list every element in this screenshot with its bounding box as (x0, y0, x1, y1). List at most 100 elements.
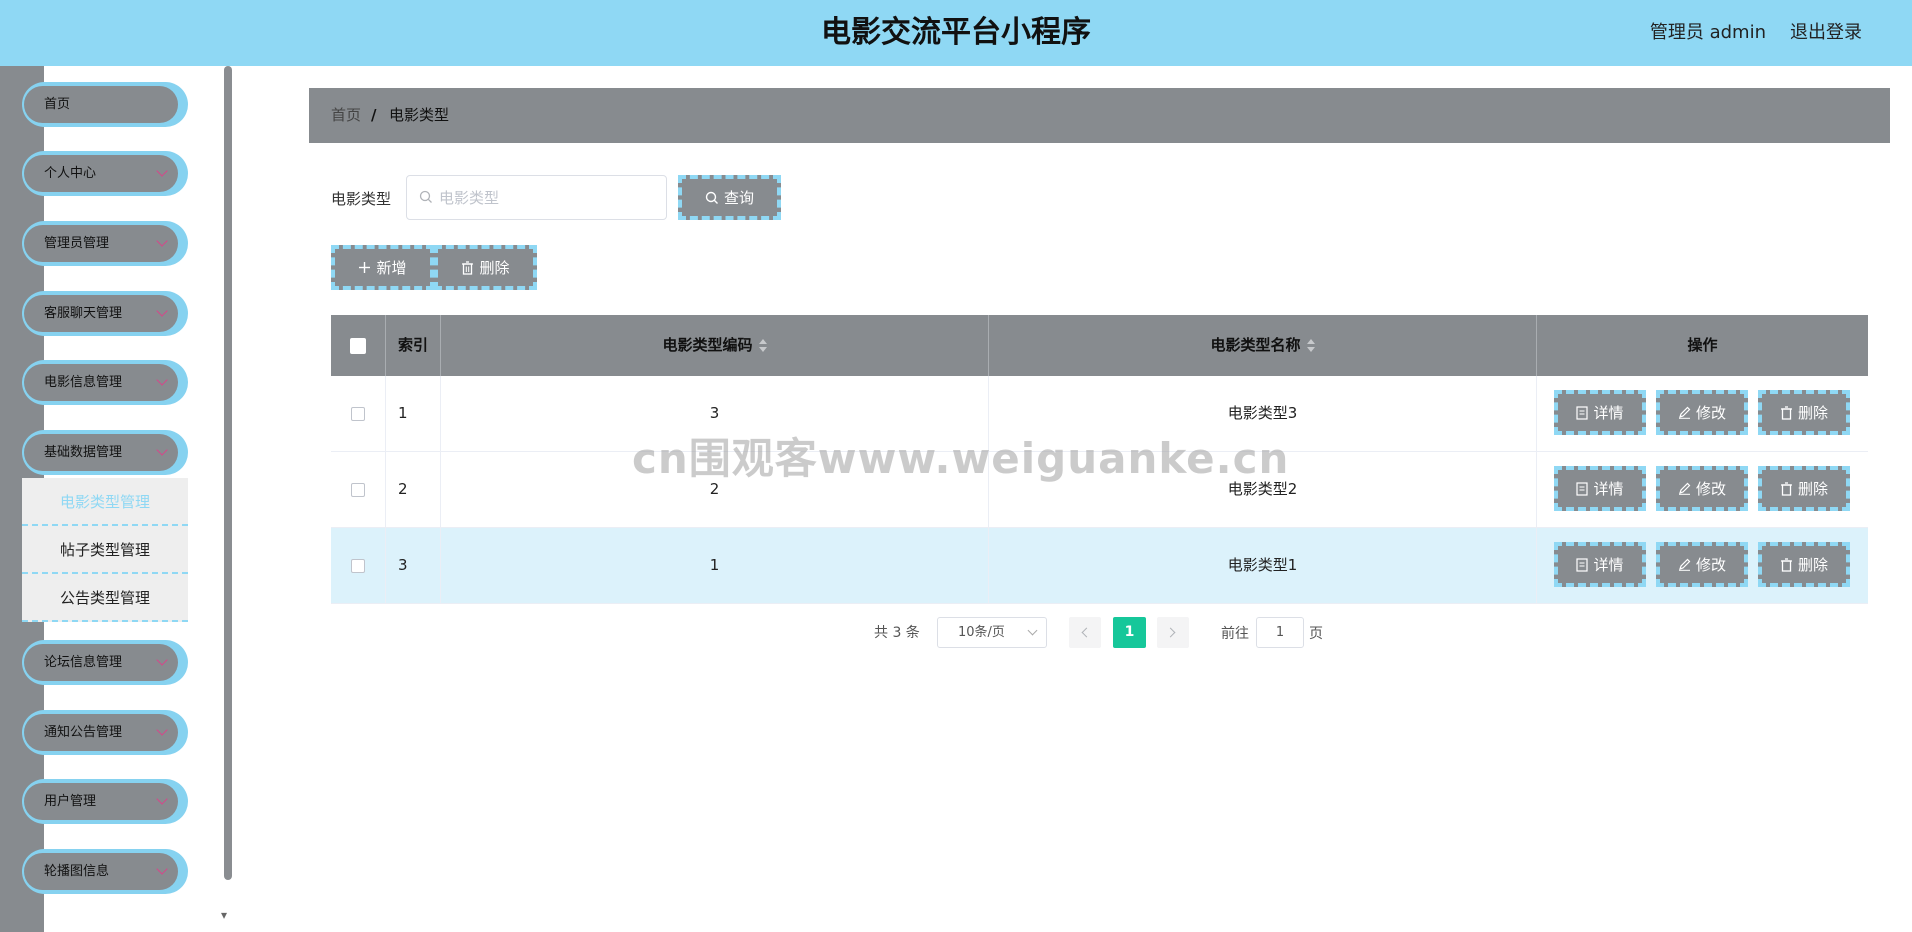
cell-code: 2 (441, 452, 989, 527)
edit-button[interactable]: 修改 (1656, 466, 1748, 511)
breadcrumb-current: 电影类型 (389, 106, 450, 124)
top-header: 电影交流平台小程序 管理员 admin 退出登录 (0, 0, 1912, 66)
document-icon (1576, 557, 1589, 572)
column-header-name[interactable]: 电影类型名称 (989, 315, 1537, 376)
sidebar-item-home[interactable]: 首页 (22, 82, 188, 127)
pagination-total: 共 3 条 (874, 625, 920, 641)
detail-button[interactable]: 详情 (1554, 466, 1646, 511)
chevron-left-icon (1081, 627, 1092, 638)
scrollbar-thumb[interactable] (224, 66, 232, 880)
batch-delete-button[interactable]: 删除 (434, 245, 537, 290)
batch-delete-label: 删除 (479, 259, 510, 277)
submenu-item-notice-types[interactable]: 公告类型管理 (22, 574, 188, 622)
sidebar-item-users[interactable]: 用户管理 (22, 779, 188, 824)
breadcrumb-separator: / (371, 106, 377, 124)
sidebar-item-profile[interactable]: 个人中心 (22, 151, 188, 196)
plus-icon (358, 261, 371, 274)
detail-button[interactable]: 详情 (1554, 542, 1646, 587)
edit-button[interactable]: 修改 (1656, 542, 1748, 587)
add-button[interactable]: 新增 (331, 245, 434, 290)
table-row: 3 1 电影类型1 详情 修改 删除 (331, 528, 1868, 604)
row-delete-label: 删除 (1797, 480, 1828, 498)
sort-icon[interactable] (758, 338, 767, 353)
chevron-down-icon (1027, 625, 1038, 636)
column-header-actions: 操作 (1687, 336, 1718, 354)
select-all-cell (331, 315, 386, 376)
page-size-select[interactable]: 10条/页 (937, 617, 1047, 648)
edit-icon (1678, 558, 1691, 571)
edit-button[interactable]: 修改 (1656, 390, 1748, 435)
row-checkbox[interactable] (351, 406, 365, 421)
sidebar-item-basic-data[interactable]: 基础数据管理 (22, 430, 188, 475)
row-actions: 详情 修改 删除 (1554, 542, 1854, 588)
submenu-item-movie-types[interactable]: 电影类型管理 (22, 478, 188, 526)
sidebar-item-label: 论坛信息管理 (44, 655, 123, 670)
goto-page-input[interactable] (1256, 617, 1304, 648)
breadcrumb-home[interactable]: 首页 (331, 88, 361, 143)
edit-label: 修改 (1695, 404, 1726, 422)
row-delete-button[interactable]: 删除 (1758, 542, 1850, 587)
cell-name: 电影类型3 (989, 376, 1537, 451)
table-row: 2 2 电影类型2 详情 修改 删除 (331, 452, 1868, 528)
trash-icon (461, 260, 474, 275)
sidebar-item-label: 电影信息管理 (44, 375, 123, 390)
app-title: 电影交流平台小程序 (821, 15, 1091, 50)
sidebar-item-carousel[interactable]: 轮播图信息 (22, 849, 188, 894)
sort-icon[interactable] (1306, 338, 1315, 353)
next-page-button[interactable] (1157, 617, 1189, 648)
search-icon (419, 189, 433, 208)
row-checkbox[interactable] (351, 482, 365, 497)
scroll-down-icon[interactable]: ▾ (221, 908, 227, 922)
submenu-item-post-types[interactable]: 帖子类型管理 (22, 526, 188, 574)
query-button[interactable]: 查询 (678, 175, 781, 220)
table-header: 索引 电影类型编码 电影类型名称 操作 (331, 315, 1868, 376)
add-button-label: 新增 (376, 259, 407, 277)
sidebar-item-label: 基础数据管理 (44, 445, 123, 460)
sidebar-item-label: 通知公告管理 (44, 725, 123, 740)
page-number-current[interactable]: 1 (1113, 617, 1146, 648)
search-field[interactable] (406, 175, 667, 220)
sidebar-item-label: 管理员管理 (44, 236, 110, 251)
current-user-label: 管理员 admin (1649, 22, 1766, 43)
search-label: 电影类型 (331, 190, 392, 208)
edit-label: 修改 (1695, 480, 1726, 498)
sidebar-item-admin[interactable]: 管理员管理 (22, 221, 188, 266)
sidebar-item-label: 客服聊天管理 (44, 306, 123, 321)
cell-name: 电影类型1 (989, 528, 1537, 603)
goto-label: 前往 (1221, 626, 1249, 642)
row-delete-button[interactable]: 删除 (1758, 390, 1850, 435)
query-button-label: 查询 (723, 189, 754, 207)
sidebar-item-chat[interactable]: 客服聊天管理 (22, 291, 188, 336)
column-header-index: 索引 (386, 315, 441, 376)
edit-label: 修改 (1695, 556, 1726, 574)
prev-page-button[interactable] (1069, 617, 1101, 648)
cell-index: 2 (386, 452, 441, 527)
search-input[interactable] (439, 176, 659, 219)
row-delete-button[interactable]: 删除 (1758, 466, 1850, 511)
row-actions: 详情 修改 删除 (1554, 390, 1854, 436)
cell-index: 3 (386, 528, 441, 603)
sidebar-item-forum[interactable]: 论坛信息管理 (22, 640, 188, 685)
cell-index: 1 (386, 376, 441, 451)
table-row: 1 3 电影类型3 详情 修改 删除 (331, 376, 1868, 452)
chevron-right-icon (1165, 627, 1176, 638)
detail-button[interactable]: 详情 (1554, 390, 1646, 435)
sidebar-item-label: 轮播图信息 (44, 864, 110, 879)
edit-icon (1678, 482, 1691, 495)
detail-label: 详情 (1593, 404, 1624, 422)
select-all-checkbox[interactable] (350, 337, 366, 354)
detail-label: 详情 (1593, 480, 1624, 498)
sidebar-item-label: 个人中心 (44, 166, 97, 181)
detail-label: 详情 (1593, 556, 1624, 574)
trash-icon (1780, 481, 1793, 496)
row-checkbox[interactable] (351, 558, 365, 573)
logout-link[interactable]: 退出登录 (1790, 0, 1862, 66)
column-header-code[interactable]: 电影类型编码 (441, 315, 989, 376)
sidebar-item-movies[interactable]: 电影信息管理 (22, 360, 188, 405)
page-size-value: 10条/页 (958, 625, 1005, 640)
goto-unit: 页 (1309, 626, 1323, 642)
trash-icon (1780, 405, 1793, 420)
sidebar-scrollbar[interactable] (223, 66, 232, 880)
breadcrumb: 首页 / 电影类型 (309, 88, 1890, 143)
sidebar-item-notices[interactable]: 通知公告管理 (22, 710, 188, 755)
